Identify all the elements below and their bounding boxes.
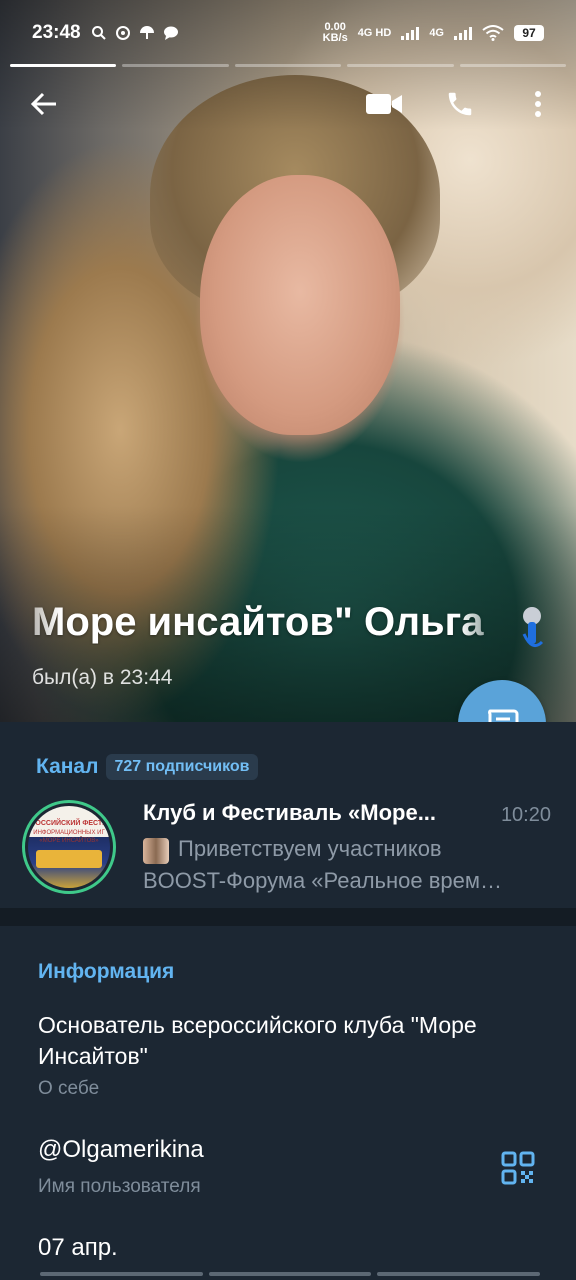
search-icon xyxy=(91,26,106,40)
indicator-segment xyxy=(208,1272,372,1276)
toolbar xyxy=(0,76,576,132)
status-bar: 23:48 0.00 KB/s 4G HD 4G 97 xyxy=(0,0,576,66)
channel-row[interactable]: РОССИЙСКИЙ ФЕСТИ ИНФОРМАЦИОННЫХ ИГ «МОРЕ… xyxy=(0,792,576,896)
channel-preview-line-2: BOOST-Форума «Реальное врем… xyxy=(143,868,503,893)
whatsapp-icon xyxy=(115,26,130,40)
status-right: 0.00 KB/s 4G HD 4G 97 xyxy=(323,22,544,44)
wifi-icon xyxy=(482,25,504,41)
channel-label: Канал xyxy=(36,755,99,778)
video-call-button[interactable] xyxy=(364,84,404,124)
section-divider xyxy=(0,908,576,926)
call-button[interactable] xyxy=(440,84,480,124)
story-progress xyxy=(10,64,567,67)
username-value[interactable]: @Olgamerikina xyxy=(38,1136,204,1164)
status-time: 23:48 xyxy=(32,22,81,43)
channel-preview-line-1: Приветствуем участников xyxy=(178,836,442,861)
channel-avatar-image: РОССИЙСКИЙ ФЕСТИ ИНФОРМАЦИОННЫХ ИГ «МОРЕ… xyxy=(28,806,110,888)
qr-code-button[interactable] xyxy=(500,1150,536,1186)
net-speed: 0.00 KB/s xyxy=(323,22,348,44)
avatar-banner xyxy=(36,850,102,868)
arrow-left-icon xyxy=(30,92,56,116)
umbrella-icon xyxy=(139,26,154,39)
signal-icon xyxy=(401,26,420,40)
indicator-segment xyxy=(377,1272,541,1276)
avatar-text-2: ИНФОРМАЦИОННЫХ ИГ xyxy=(33,830,105,836)
signal-icon-2 xyxy=(454,26,472,40)
profile-name: Море инсайтов" Ольга xyxy=(32,600,484,644)
last-seen-status: был(а) в 23:44 xyxy=(32,666,173,689)
qr-code-icon xyxy=(501,1151,535,1185)
net-type-1: 4G HD xyxy=(357,27,392,39)
story-segment xyxy=(122,64,229,67)
story-segment xyxy=(10,64,117,67)
info-section: Информация Основатель всероссийского клу… xyxy=(0,926,576,1280)
channel-header: Канал 727 подписчиков xyxy=(36,754,258,780)
avatar-text-3: «МОРЕ ИНСАЙТОВ» xyxy=(39,838,99,844)
channel-title: Клуб и Фестиваль «Море... xyxy=(143,800,437,825)
more-menu-button[interactable] xyxy=(518,84,558,124)
subscribers-badge: 727 подписчиков xyxy=(106,754,258,780)
microphone-emoji-icon xyxy=(522,607,544,648)
net-type-2: 4G xyxy=(429,27,444,39)
channel-last-time: 10:20 xyxy=(500,804,551,826)
battery-indicator: 97 xyxy=(514,25,544,41)
indicator-segment xyxy=(40,1272,203,1276)
bio-caption: О себе xyxy=(38,1078,100,1099)
preview-thumbnail xyxy=(143,838,169,864)
info-title: Информация xyxy=(38,960,175,983)
bio-text[interactable]: Основатель всероссийского клуба "Море Ин… xyxy=(38,1010,508,1072)
story-segment xyxy=(459,64,567,67)
video-camera-icon xyxy=(366,94,402,114)
story-segment xyxy=(347,64,454,67)
birthday-value: 07 апр. xyxy=(38,1234,118,1261)
username-caption: Имя пользователя xyxy=(38,1176,201,1197)
story-segment xyxy=(234,64,342,67)
notification-icons xyxy=(91,25,179,41)
bottom-scroll-indicator xyxy=(40,1272,541,1276)
channel-section: Канал 727 подписчиков РОССИЙСКИЙ ФЕСТИ И… xyxy=(0,722,576,908)
channel-avatar[interactable]: РОССИЙСКИЙ ФЕСТИ ИНФОРМАЦИОННЫХ ИГ «МОРЕ… xyxy=(22,800,116,894)
more-vertical-icon xyxy=(535,91,541,117)
chat-bubble-icon xyxy=(163,26,178,40)
back-button[interactable] xyxy=(24,84,64,124)
phone-icon xyxy=(448,92,472,116)
net-speed-unit: KB/s xyxy=(322,32,348,44)
avatar-text-1: РОССИЙСКИЙ ФЕСТИ xyxy=(30,820,108,827)
